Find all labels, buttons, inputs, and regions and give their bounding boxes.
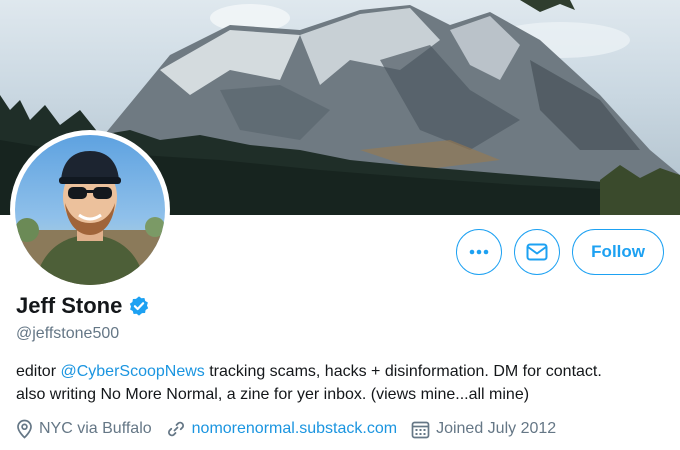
bio-line-1: editor @CyberScoopNews tracking scams, h…	[16, 360, 666, 383]
envelope-icon	[526, 243, 548, 261]
profile-handle: @jeffstone500	[16, 325, 120, 342]
bio-mention-link[interactable]: @CyberScoopNews	[60, 363, 204, 380]
website-item: nomorenormal.substack.com	[166, 419, 397, 439]
follow-button[interactable]: Follow	[572, 229, 664, 275]
more-options-button[interactable]	[456, 229, 503, 275]
bio-prefix: editor	[16, 363, 61, 380]
website-link[interactable]: nomorenormal.substack.com	[192, 420, 397, 438]
joined-text: Joined July 2012	[436, 420, 557, 437]
location-text: NYC via Buffalo	[39, 420, 152, 437]
calendar-icon	[411, 421, 430, 438]
link-icon	[167, 421, 184, 437]
avatar-photo	[15, 135, 165, 285]
location-pin-icon	[17, 419, 32, 439]
bio-line-2: also writing No More Normal, a zine for …	[16, 386, 530, 403]
profile-actions: Follow	[456, 229, 664, 275]
avatar[interactable]	[10, 130, 170, 290]
joined-item: Joined July 2012	[411, 420, 556, 439]
profile-name: Jeff Stone	[16, 293, 123, 318]
verified-badge-icon	[130, 296, 149, 316]
more-horizontal-icon	[469, 249, 489, 255]
message-button[interactable]	[514, 229, 561, 275]
profile-bio: editor @CyberScoopNews tracking scams, h…	[16, 360, 666, 406]
bio-line-1-rest: tracking scams, hacks + disinformation. …	[204, 363, 602, 380]
profile-name-row: Jeff Stone	[16, 293, 150, 319]
profile-meta: NYC via Buffalo nomorenormal.substack.co…	[16, 419, 556, 439]
location-item: NYC via Buffalo	[16, 419, 152, 439]
